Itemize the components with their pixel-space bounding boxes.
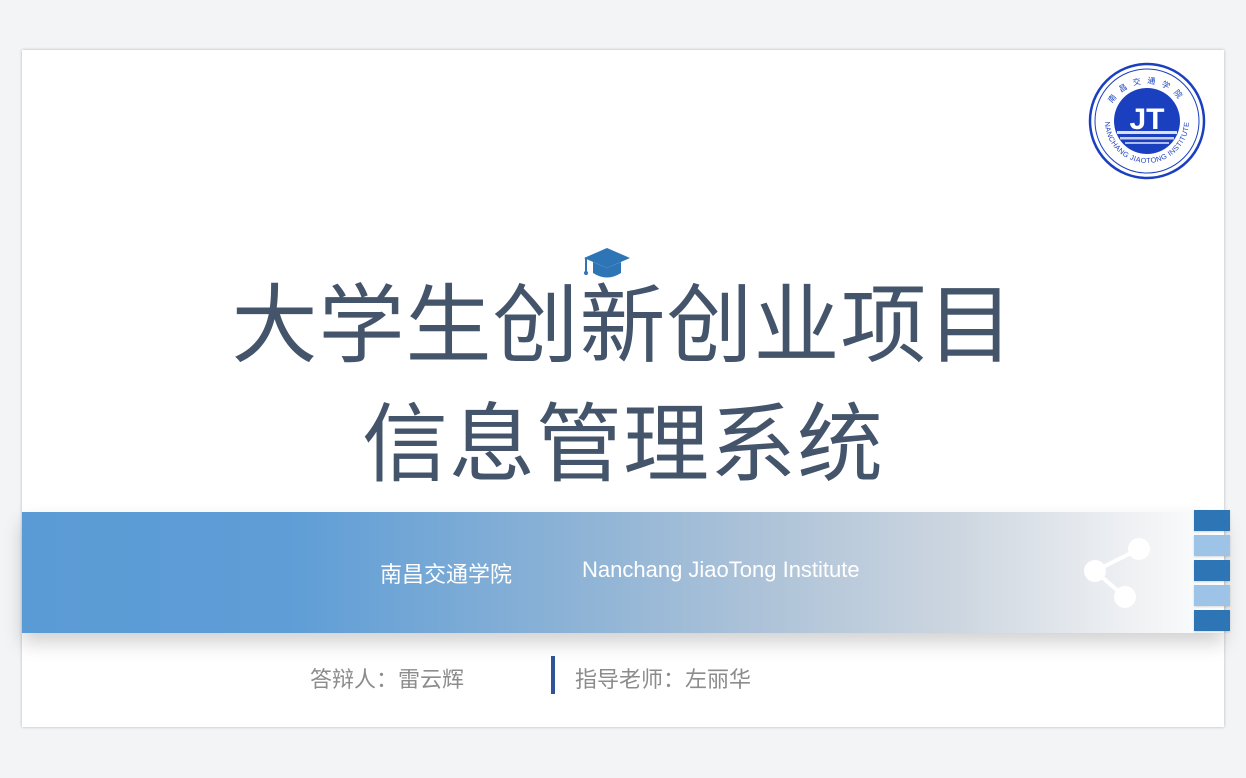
presenter-label: 答辩人：雷云辉 <box>310 668 465 693</box>
logo-monogram: JT <box>1129 103 1164 136</box>
school-banner: 南昌交通学院 Nanchang JiaoTong Institute <box>22 512 1224 633</box>
slide-title-line2: 信息管理系统 <box>362 395 884 495</box>
side-tab-3 <box>1194 560 1230 581</box>
side-tab-1 <box>1194 510 1230 531</box>
advisor-label: 指导老师：左丽华 <box>575 668 752 693</box>
school-name-cn: 南昌交通学院 <box>380 563 513 588</box>
slide: JT NANCHANG JIAOTONG INSTITUTE 南昌交通学院 大学… <box>22 50 1230 727</box>
side-tab-5 <box>1194 610 1230 631</box>
school-name-en: Nanchang JiaoTong Institute <box>582 557 860 582</box>
school-logo: JT NANCHANG JIAOTONG INSTITUTE 南昌交通学院 <box>1088 62 1206 180</box>
footer-divider <box>551 656 555 694</box>
share-icon <box>1084 538 1150 608</box>
side-tab-4 <box>1194 585 1230 606</box>
side-tab-2 <box>1194 535 1230 556</box>
side-tabs <box>1194 510 1230 635</box>
slide-title-line1: 大学生创新创业项目 <box>231 276 1015 376</box>
